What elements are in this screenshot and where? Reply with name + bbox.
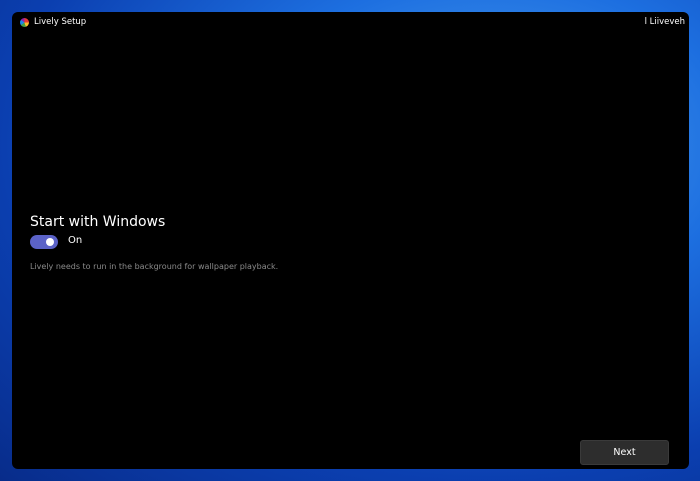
toggle-knob — [46, 238, 54, 246]
setup-window: Lively Setup l Liiveveh Start with Windo… — [12, 12, 689, 469]
window-title: Lively Setup — [34, 17, 87, 27]
toggle-state-label: On — [68, 235, 83, 246]
title-bar: Lively Setup — [20, 17, 86, 27]
title-bar-right-text: l Liiveveh — [644, 17, 685, 27]
start-with-windows-toggle[interactable] — [30, 235, 58, 249]
next-button[interactable]: Next — [580, 440, 669, 465]
setting-heading: Start with Windows — [30, 214, 166, 230]
lively-logo-icon — [20, 17, 29, 27]
setting-description: Lively needs to run in the background fo… — [30, 262, 279, 271]
